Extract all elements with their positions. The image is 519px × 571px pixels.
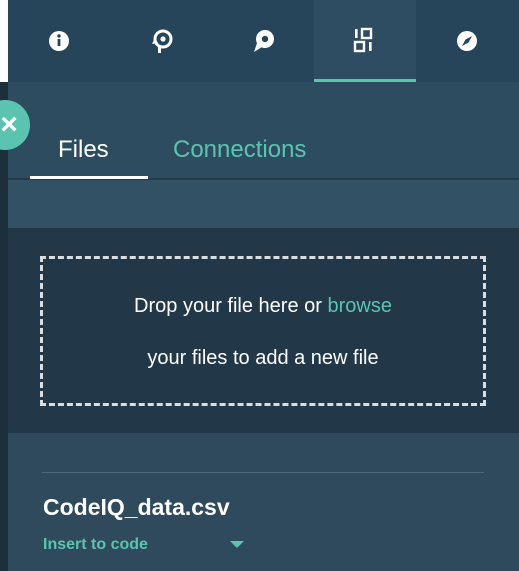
- data-icon: [353, 27, 373, 52]
- active-tab-indicator: [30, 176, 148, 179]
- tab-connections[interactable]: Connections: [173, 136, 306, 164]
- file-divider: [42, 472, 484, 473]
- browse-link[interactable]: browse: [327, 295, 391, 317]
- tab-content-spacer: [8, 180, 519, 228]
- file-dropzone[interactable]: Drop your file here or browse your files…: [40, 256, 486, 406]
- tab-files[interactable]: Files: [58, 136, 109, 164]
- info-tab[interactable]: [8, 0, 110, 82]
- chevron-down-icon[interactable]: [230, 541, 244, 548]
- compass-tab[interactable]: [416, 0, 518, 82]
- left-divider: [0, 82, 8, 571]
- data-panel-window: Files Connections × Drop your file here …: [0, 0, 519, 571]
- compass-icon: [457, 31, 477, 51]
- top-icon-bar: [8, 0, 519, 82]
- insert-to-code-button[interactable]: Insert to code: [43, 536, 148, 554]
- data-tab[interactable]: [314, 0, 416, 82]
- history-icon: [152, 29, 173, 53]
- file-name: CodeIQ_data.csv: [43, 494, 230, 520]
- dropzone-line-2: your files to add a new file: [147, 347, 379, 369]
- dropzone-line-1: Drop your file here or browse: [43, 295, 483, 318]
- panel-tabs: Files Connections: [8, 82, 519, 180]
- info-icon: [49, 31, 69, 51]
- close-icon: ×: [0, 108, 18, 141]
- dropzone-text: Drop your file here or: [134, 295, 328, 317]
- comment-tab[interactable]: [212, 0, 314, 82]
- history-tab[interactable]: [110, 0, 212, 82]
- comment-icon: [254, 30, 274, 52]
